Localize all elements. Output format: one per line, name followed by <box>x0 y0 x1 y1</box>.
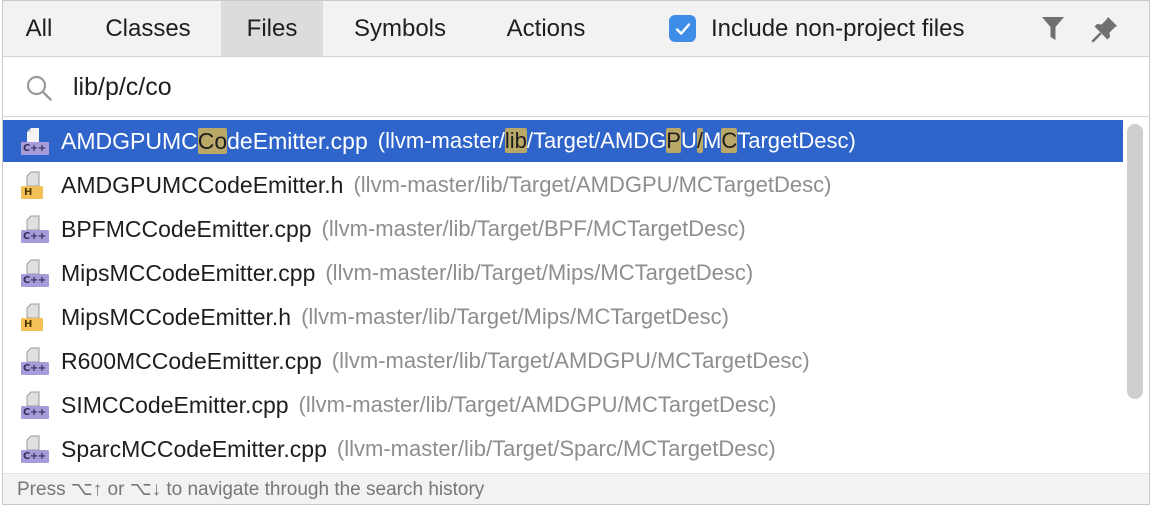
search-input[interactable] <box>73 67 1133 107</box>
header-file-icon: H <box>21 303 49 331</box>
cpp-file-icon: C++ <box>21 435 49 463</box>
results-list: C++ AMDGPUMCCodeEmitter.cpp (llvm-master… <box>3 118 1123 473</box>
file-path: (llvm-master/lib/Target/BPF/MCTargetDesc… <box>321 216 746 241</box>
filter-icon[interactable] <box>1037 13 1069 45</box>
result-row[interactable]: H MipsMCCodeEmitter.h (llvm-master/lib/T… <box>3 296 1123 338</box>
cpp-file-icon: C++ <box>21 259 49 287</box>
file-path: (llvm-master/lib/Target/AMDGPU/MCTargetD… <box>377 128 856 153</box>
file-name: BPFMCCodeEmitter.cpp <box>61 215 312 242</box>
file-name: R600MCCodeEmitter.cpp <box>61 347 322 374</box>
tab-files[interactable]: Files <box>221 1 323 56</box>
cpp-file-icon: C++ <box>21 127 49 155</box>
search-everywhere-popup: All Classes Files Symbols Actions Includ… <box>2 0 1150 505</box>
cpp-file-icon: C++ <box>21 215 49 243</box>
file-name: MipsMCCodeEmitter.cpp <box>61 259 316 286</box>
header-file-icon: H <box>21 171 49 199</box>
result-row[interactable]: C++ R600MCCodeEmitter.cpp (llvm-master/l… <box>3 340 1123 382</box>
include-non-project-files-label: Include non-project files <box>711 14 965 42</box>
tab-all[interactable]: All <box>3 1 75 56</box>
file-path: (llvm-master/lib/Target/AMDGPU/MCTargetD… <box>298 392 777 417</box>
file-name: SparcMCCodeEmitter.cpp <box>61 435 327 462</box>
search-icon <box>26 75 52 101</box>
result-row[interactable]: C++ SIMCCodeEmitter.cpp (llvm-master/lib… <box>3 384 1123 426</box>
result-row[interactable]: C++ SparcMCCodeEmitter.cpp (llvm-master/… <box>3 428 1123 470</box>
file-path: (llvm-master/lib/Target/Mips/MCTargetDes… <box>301 304 729 329</box>
include-non-project-files-option[interactable]: Include non-project files <box>669 1 964 56</box>
tab-actions[interactable]: Actions <box>477 1 615 56</box>
result-row[interactable]: C++ BPFMCCodeEmitter.cpp (llvm-master/li… <box>3 208 1123 250</box>
tab-symbols[interactable]: Symbols <box>323 1 477 56</box>
results-scrollbar[interactable] <box>1127 124 1143 399</box>
file-path: (llvm-master/lib/Target/AMDGPU/MCTargetD… <box>331 348 810 373</box>
tab-bar: All Classes Files Symbols Actions Includ… <box>3 1 1149 57</box>
checkmark-icon <box>675 22 690 35</box>
cpp-file-icon: C++ <box>21 391 49 419</box>
file-path: (llvm-master/lib/Target/AMDGPU/MCTargetD… <box>353 172 832 197</box>
include-non-project-files-checkbox[interactable] <box>669 15 696 42</box>
pin-icon[interactable] <box>1089 13 1121 45</box>
search-history-hint: Press ⌥↑ or ⌥↓ to navigate through the s… <box>3 473 1149 504</box>
result-row[interactable]: C++ AMDGPUMCCodeEmitter.cpp (llvm-master… <box>3 120 1123 162</box>
tab-classes[interactable]: Classes <box>75 1 221 56</box>
file-name: MipsMCCodeEmitter.h <box>61 303 292 330</box>
file-name: AMDGPUMCCodeEmitter.cpp <box>61 127 368 154</box>
file-name: SIMCCodeEmitter.cpp <box>61 391 289 418</box>
cpp-file-icon: C++ <box>21 347 49 375</box>
result-row[interactable]: C++ MipsMCCodeEmitter.cpp (llvm-master/l… <box>3 252 1123 294</box>
file-name: AMDGPUMCCodeEmitter.h <box>61 171 344 198</box>
file-path: (llvm-master/lib/Target/Sparc/MCTargetDe… <box>336 436 776 461</box>
search-field <box>3 57 1149 117</box>
file-path: (llvm-master/lib/Target/Mips/MCTargetDes… <box>325 260 754 285</box>
result-row[interactable]: H AMDGPUMCCodeEmitter.h (llvm-master/lib… <box>3 164 1123 206</box>
